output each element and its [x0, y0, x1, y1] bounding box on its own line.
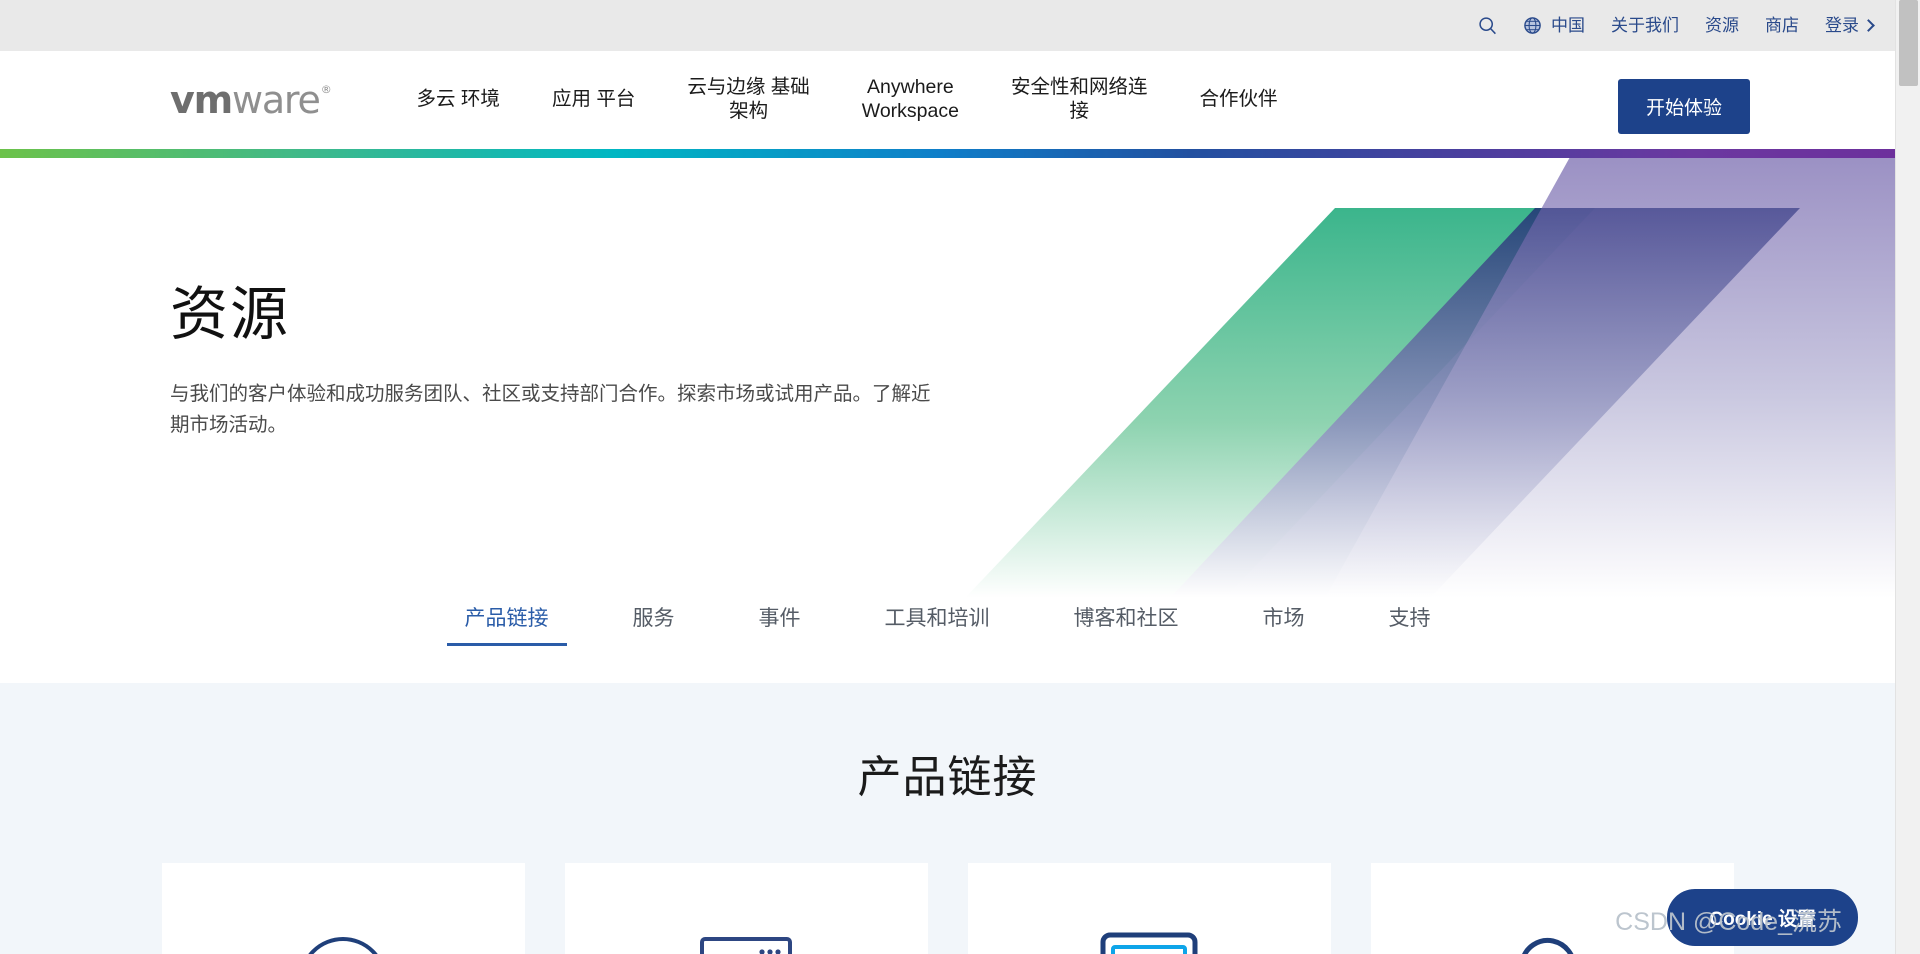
resource-tabs: 产品链接 服务 事件 工具和培训 博客和社区 市场 支持 — [0, 592, 1895, 682]
product-card-grid — [0, 863, 1895, 954]
primary-nav: 多云 环境 应用 平台 云与边缘 基础 架构 Anywhere Workspac… — [391, 76, 1304, 124]
tab-product-links[interactable]: 产品链接 — [423, 592, 591, 646]
tab-tools-training[interactable]: 工具和培训 — [843, 592, 1032, 646]
nav-item-app-platform[interactable]: 应用 平台 — [526, 88, 661, 112]
utility-bar: 中国 关于我们 资源 商店 登录 — [0, 0, 1895, 51]
hero-copy: 资源 与我们的客户体验和成功服务团队、社区或支持部门合作。探索市场或试用产品。了… — [170, 283, 960, 442]
nav-item-security-networking[interactable]: 安全性和网络连 接 — [985, 76, 1174, 124]
utility-link-about[interactable]: 关于我们 — [1611, 17, 1679, 34]
browser-window-filled-icon — [1093, 925, 1205, 954]
nav-item-multicloud[interactable]: 多云 环境 — [391, 88, 526, 112]
page-root: 中国 关于我们 资源 商店 登录 vm ware ® 多云 环境 应用 平台 云与边… — [0, 0, 1920, 954]
cookie-settings-button[interactable]: Cookie 设置 — [1667, 889, 1858, 946]
utility-link-resources[interactable]: 资源 — [1705, 17, 1739, 34]
vmware-logo[interactable]: vm ware ® — [170, 78, 332, 122]
tab-events[interactable]: 事件 — [717, 592, 843, 646]
page-title: 资源 — [170, 282, 291, 347]
scrollbar-thumb[interactable] — [1899, 0, 1918, 86]
logo-trademark: ® — [320, 83, 332, 96]
tab-marketplace[interactable]: 市场 — [1221, 592, 1347, 646]
login-link[interactable]: 登录 — [1825, 16, 1875, 35]
region-label: 中国 — [1551, 16, 1585, 35]
page-scrollbar[interactable] — [1895, 0, 1920, 954]
browser-window-icon — [690, 925, 802, 954]
product-card[interactable] — [564, 863, 928, 954]
logo-bold-text: vm — [170, 78, 233, 122]
utility-link-store[interactable]: 商店 — [1765, 17, 1799, 34]
nav-item-anywhere-workspace[interactable]: Anywhere Workspace — [836, 76, 985, 124]
tab-blogs-community[interactable]: 博客和社区 — [1032, 592, 1221, 646]
chevron-right-icon — [1862, 18, 1875, 32]
logo-light-text: ware — [231, 78, 321, 122]
nav-item-cloud-edge[interactable]: 云与边缘 基础 架构 — [661, 76, 835, 124]
get-started-button[interactable]: 开始体验 — [1617, 79, 1750, 134]
cloud-icon — [1492, 925, 1612, 954]
product-card[interactable] — [967, 863, 1331, 954]
region-selector[interactable]: 中国 — [1523, 16, 1585, 35]
product-card[interactable] — [161, 863, 525, 954]
section-title: 产品链接 — [857, 753, 1038, 802]
globe-icon — [1523, 16, 1542, 35]
tab-services[interactable]: 服务 — [591, 592, 717, 646]
search-icon[interactable] — [1478, 16, 1497, 35]
hero-decorative-graphic — [895, 158, 1895, 598]
utility-links: 中国 关于我们 资源 商店 登录 — [1478, 16, 1875, 35]
login-label: 登录 — [1825, 16, 1859, 35]
brand-gradient-bar — [0, 149, 1920, 158]
tab-support[interactable]: 支持 — [1347, 592, 1473, 646]
main-header: vm ware ® 多云 环境 应用 平台 云与边缘 基础 架构 Anywhere … — [0, 51, 1895, 149]
circle-document-icon — [287, 925, 399, 954]
nav-item-partners[interactable]: 合作伙伴 — [1173, 88, 1303, 112]
hero-description: 与我们的客户体验和成功服务团队、社区或支持部门合作。探索市场或试用产品。了解近期… — [170, 382, 931, 437]
